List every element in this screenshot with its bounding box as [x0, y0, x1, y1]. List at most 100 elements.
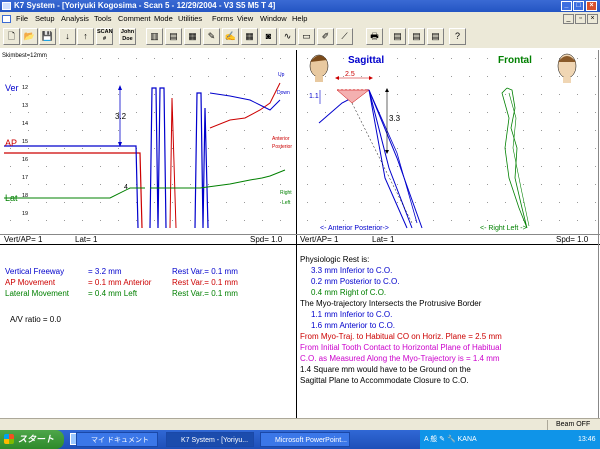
left-speed: Spd= 1.0	[250, 235, 283, 244]
window-button[interactable]: ▭	[298, 28, 315, 45]
frontal-title: Frontal	[498, 55, 532, 66]
down-arrow-icon: ↓	[65, 31, 70, 41]
scan-button[interactable]: SCAN #	[96, 28, 113, 45]
app-icon	[2, 2, 11, 10]
ver-axis-label: Ver	[5, 83, 19, 93]
left-lat-scale: Lat= 1	[75, 235, 98, 244]
trace-label-down: Down	[277, 90, 290, 96]
menu-file[interactable]: File	[16, 12, 28, 26]
camera-button[interactable]: ◙	[260, 28, 277, 45]
tick-18: 18	[22, 193, 29, 199]
taskbar-item-label: Microsoft PowerPoint...	[275, 437, 347, 444]
open-button[interactable]: 📂	[21, 28, 38, 45]
menu-view[interactable]: View	[237, 12, 253, 26]
print-button[interactable]: 🖶	[366, 28, 383, 45]
tick-12: 12	[22, 85, 29, 91]
doc-icon[interactable]	[2, 15, 11, 23]
grid-button[interactable]: ▦	[184, 28, 201, 45]
window-title: K7 System - [Yoriyuki Kogosima - Scan 5 …	[14, 1, 276, 10]
windows-logo-icon	[4, 434, 14, 444]
new-button[interactable]: 🗋	[3, 28, 20, 45]
tick-16: 16	[22, 157, 29, 163]
stat-rest-var: Rest Var.= 0.1 mm	[172, 289, 238, 298]
doc-close-button[interactable]: ×	[587, 14, 598, 24]
john-doe-button[interactable]: John Doe	[119, 28, 136, 45]
close-button[interactable]: ×	[586, 1, 597, 11]
maximize-button[interactable]: □	[573, 1, 584, 11]
start-button[interactable]: スタート	[0, 430, 64, 449]
analysis-line: Sagittal Plane to Accommodate Closure to…	[300, 376, 469, 385]
layout2-icon: ▤	[412, 31, 421, 41]
layout3-button[interactable]: ▤	[427, 28, 444, 45]
anterior-posterior-label: <- Anterior Posterior->	[320, 225, 389, 232]
start-label: スタート	[18, 434, 55, 444]
layout3-icon: ▤	[431, 31, 440, 41]
pen-button[interactable]: ✐	[317, 28, 334, 45]
draw-icon: ⟋	[341, 31, 348, 41]
table-button[interactable]: ▦	[241, 28, 258, 45]
menu-forms[interactable]: Forms	[212, 12, 233, 26]
menu-mode[interactable]: Mode	[154, 12, 173, 26]
clock[interactable]: 13:46	[578, 430, 596, 449]
edit-icon: ✍	[224, 31, 237, 41]
tick-17: 17	[22, 175, 29, 181]
av-ratio: A/V ratio = 0.0	[10, 315, 61, 324]
pencil-button[interactable]: ✎	[203, 28, 220, 45]
help-button[interactable]: ?	[449, 28, 466, 45]
new-icon: 🗋	[7, 31, 16, 41]
sagittal-title: Sagittal	[348, 55, 385, 66]
analysis-line: C.O. as Measured Along the Myo-Trajector…	[300, 354, 500, 363]
analysis-line: Physiologic Rest is:	[300, 255, 370, 264]
dim-3-3: 3.3	[389, 114, 401, 123]
taskbar-item-k7-system[interactable]: K7 System - [Yoriyu...	[166, 432, 254, 447]
edit-button[interactable]: ✍	[222, 28, 239, 45]
wave-button[interactable]: ∿	[279, 28, 296, 45]
menu-comment[interactable]: Comment	[118, 12, 151, 26]
bars-button[interactable]: ▥	[146, 28, 163, 45]
taskbar-item-my-documents[interactable]: マイ ドキュメント	[76, 432, 158, 447]
layout1-button[interactable]: ▤	[389, 28, 406, 45]
menu-tools[interactable]: Tools	[94, 12, 112, 26]
menu-window[interactable]: Window	[260, 12, 287, 26]
chart-button[interactable]: ▤	[165, 28, 182, 45]
tick-15: 15	[22, 139, 29, 145]
lat-axis-label: Lat	[5, 193, 18, 203]
title-bar: K7 System - [Yoriyuki Kogosima - Scan 5 …	[0, 0, 600, 12]
doc-minimize-button[interactable]: _	[563, 14, 574, 24]
beam-status: Beam OFF	[547, 420, 590, 430]
tick-13: 13	[22, 103, 29, 109]
trace-label-anterior: Anterior	[272, 136, 290, 142]
stat-value: = 3.2 mm	[88, 267, 122, 276]
menu-help[interactable]: Help	[292, 12, 307, 26]
analysis-line: 0.2 mm Posterior to C.O.	[311, 277, 400, 286]
menu-analysis[interactable]: Analysis	[61, 12, 89, 26]
frontal-head-icon	[557, 53, 577, 83]
scan-icon: SCAN #	[97, 29, 113, 42]
draw-button[interactable]: ⟋	[336, 28, 353, 45]
taskbar: スタート マイ ドキュメント K7 System - [Yoriyu... Mi…	[0, 430, 600, 449]
minimize-button[interactable]: _	[561, 1, 572, 11]
ime-indicator[interactable]: A 般 ✎ 🔧 KANA	[424, 430, 477, 449]
menu-setup[interactable]: Setup	[35, 12, 55, 26]
taskbar-item-powerpoint[interactable]: Microsoft PowerPoint...	[260, 432, 350, 447]
right-lat-scale: Lat= 1	[372, 235, 395, 244]
chart-icon: ▤	[169, 31, 178, 41]
wave-icon: ∿	[283, 31, 292, 41]
down-arrow-button[interactable]: ↓	[59, 28, 76, 45]
trace-label-up: Up	[278, 72, 285, 78]
stat-rest-var: Rest Var.= 0.1 mm	[172, 278, 238, 287]
save-button[interactable]: 💾	[39, 28, 56, 45]
doc-restore-button[interactable]: ▫	[575, 14, 586, 24]
taskbar-item-label: マイ ドキュメント	[91, 437, 149, 444]
menu-utilities[interactable]: Utilities	[178, 12, 202, 26]
tick-14: 14	[22, 121, 29, 127]
open-icon: 📂	[23, 31, 36, 41]
analysis-line: 1.6 mm Anterior to C.O.	[311, 321, 396, 330]
right-vert-ap-scale: Vert/AP= 1	[300, 235, 339, 244]
print-icon: 🖶	[370, 31, 379, 41]
sagittal-head-icon	[309, 54, 329, 82]
up-arrow-button[interactable]: ↑	[77, 28, 94, 45]
dim-2-5: 2.5	[345, 71, 355, 78]
dim-1-1: 1.1	[309, 93, 319, 100]
layout2-button[interactable]: ▤	[408, 28, 425, 45]
